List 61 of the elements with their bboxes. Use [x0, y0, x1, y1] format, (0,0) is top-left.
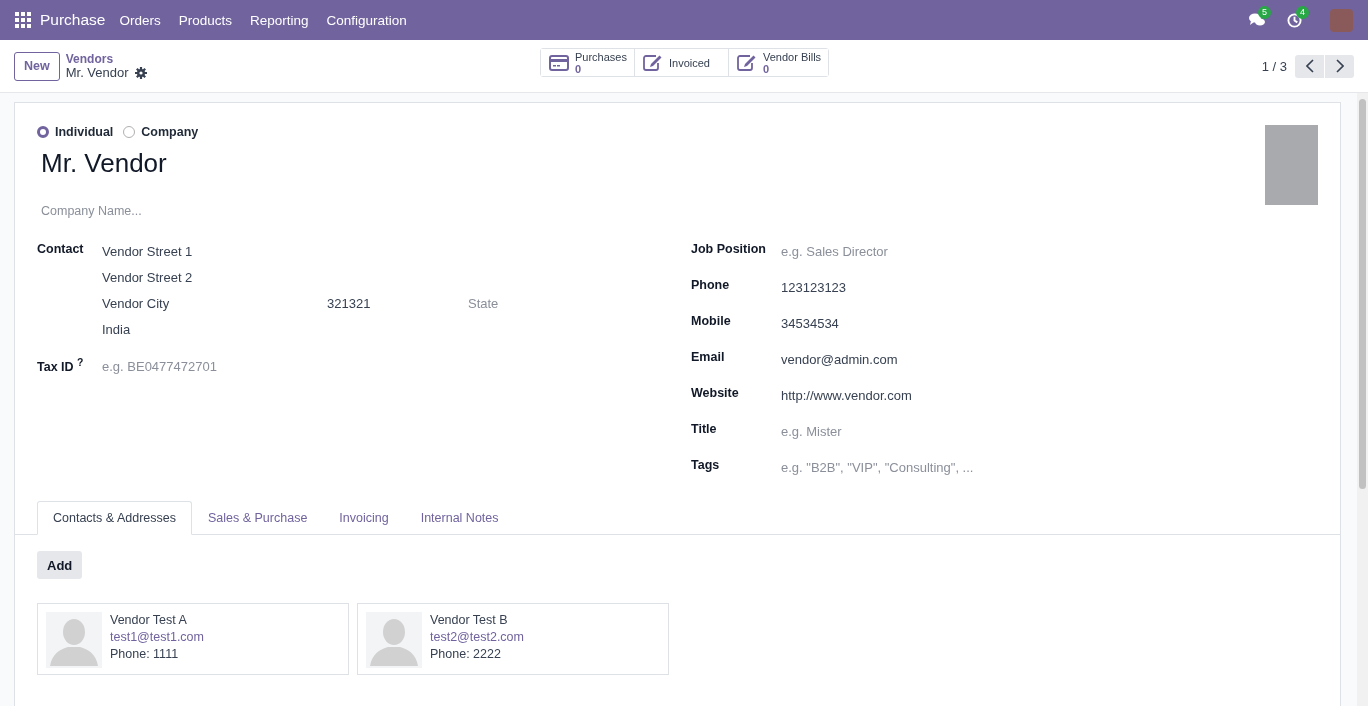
input-field[interactable]: http://www.vendor.com — [781, 386, 1318, 403]
tab[interactable]: Invoicing — [323, 501, 405, 535]
name-field[interactable]: Mr. Vendor — [41, 148, 199, 179]
radio-label[interactable]: Individual — [55, 125, 114, 139]
tab[interactable]: Contacts & Addresses — [37, 501, 192, 535]
contact-name: Vendor Test A — [110, 613, 188, 627]
edit-icon — [737, 54, 757, 71]
menu-item[interactable]: Reporting — [250, 12, 309, 28]
person-silhouette-icon — [46, 612, 102, 668]
clock-icon[interactable] — [1287, 12, 1302, 28]
radio-button[interactable] — [123, 126, 136, 138]
field-label: Tax ID $^{?}$ — [37, 357, 85, 375]
field-label: Title — [691, 422, 718, 436]
contact-card[interactable]: Vendor Test A test1@test1.com Phone: 1111 — [37, 603, 349, 675]
pager-value: 1 / 3 — [1261, 58, 1287, 74]
street-field[interactable]: Vendor Street 1 — [102, 244, 691, 259]
app-name[interactable]: Purchase — [40, 11, 106, 29]
person-silhouette-icon — [366, 612, 422, 668]
radio-label[interactable]: Company — [141, 125, 199, 139]
tab[interactable]: Sales & Purchase — [192, 501, 324, 535]
count-badge: 4 — [1296, 5, 1309, 19]
contact-phone: Phone: 2222 — [430, 647, 502, 661]
field-label: Phone — [691, 278, 731, 292]
stat-button[interactable]: Purchases 0 — [541, 49, 635, 76]
contact-email[interactable]: test2@test2.com — [430, 630, 524, 644]
input-field[interactable]: 34534534 — [781, 314, 1318, 331]
count-badge: 5 — [1258, 6, 1271, 19]
field-label: Email — [691, 350, 726, 364]
chevron-right-icon — [1335, 59, 1344, 73]
field-label: Mobile — [691, 314, 732, 328]
contact-phone: Phone: 1111 — [110, 647, 180, 661]
field-label: Tags — [691, 458, 721, 472]
record-title: Mr. Vendor — [65, 66, 129, 80]
input-field[interactable]: vendor@admin.com — [781, 350, 1318, 367]
field-label: Job Position — [691, 242, 767, 256]
city-field[interactable]: Vendor City — [102, 296, 327, 311]
contact-email[interactable]: test1@test1.com — [110, 630, 204, 644]
add-button[interactable]: Add — [37, 551, 83, 579]
next-button[interactable] — [1325, 54, 1354, 78]
field-label: Website — [691, 386, 740, 400]
menu-item[interactable]: Products — [178, 12, 233, 28]
new-button[interactable]: New — [14, 51, 60, 81]
credit-card-icon — [549, 54, 569, 71]
previous-button[interactable] — [1295, 54, 1324, 78]
zip-field[interactable]: 321321 — [327, 296, 468, 311]
gear-icon[interactable] — [134, 67, 147, 79]
menu-item[interactable]: Orders — [119, 12, 161, 28]
tab[interactable]: Internal Notes — [404, 501, 515, 535]
contact-name: Vendor Test B — [430, 613, 509, 627]
street2-field[interactable]: Vendor Street 2 — [102, 270, 691, 285]
chevron-left-icon — [1305, 59, 1314, 73]
apps-grid-icon[interactable] — [15, 12, 31, 28]
edit-icon — [643, 54, 663, 71]
menu-item[interactable]: Configuration — [326, 12, 407, 28]
scrollbar[interactable] — [1357, 93, 1368, 706]
input-field[interactable]: 123123123 — [781, 278, 1318, 295]
radio-button[interactable] — [37, 126, 49, 138]
contact-card[interactable]: Vendor Test B test2@test2.com Phone: 2222 — [357, 603, 669, 675]
country-field[interactable]: India — [102, 322, 691, 337]
field-label: Contact — [37, 242, 85, 256]
breadcrumb-link[interactable]: Vendors — [65, 52, 147, 66]
